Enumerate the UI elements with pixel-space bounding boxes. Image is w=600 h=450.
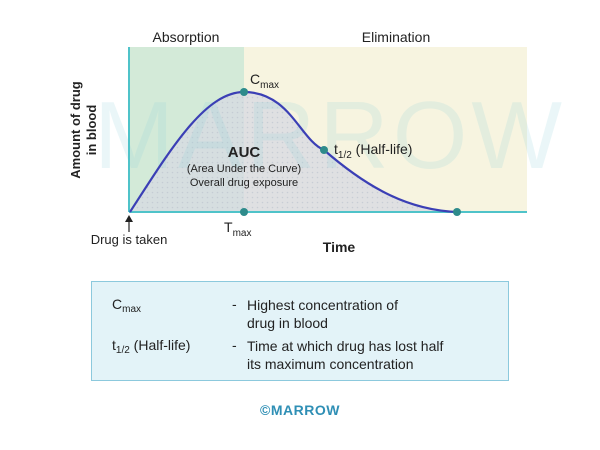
drug-taken-arrowhead-icon xyxy=(125,215,133,222)
drug-taken-label: Drug is taken xyxy=(91,232,168,247)
cmax-point xyxy=(240,88,248,96)
legend-dash-half-life: - xyxy=(232,337,237,353)
pharmacokinetic-diagram: MARROW Absorption Elimination Amount of … xyxy=(68,29,566,255)
elimination-label: Elimination xyxy=(362,29,430,45)
watermark-text: MARROW xyxy=(94,82,566,189)
x-axis-label: Time xyxy=(323,239,356,255)
legend-dash-cmax: - xyxy=(232,296,237,312)
legend-definition-half-life-line2: its maximum concentration xyxy=(247,356,414,372)
absorption-label: Absorption xyxy=(153,29,220,45)
y-axis-label-line1: Amount of drug xyxy=(68,81,83,179)
tmax-label: Tmax xyxy=(224,219,251,239)
legend-box: Cmax - Highest concentration of drug in … xyxy=(91,281,509,381)
legend-definition-cmax-line1: Highest concentration of xyxy=(247,297,398,313)
legend-definition-cmax-line2: drug in blood xyxy=(247,315,328,331)
legend-definition-half-life: Time at which drug has lost half its max… xyxy=(247,337,443,373)
half-life-point xyxy=(320,146,328,154)
legend-term-cmax: Cmax xyxy=(112,296,142,315)
auc-title: AUC xyxy=(228,144,261,161)
legend-term-half-life: t1/2 (Half-life) xyxy=(112,337,191,356)
copyright-text: ©MARROW xyxy=(260,402,340,418)
legend-definition-cmax: Highest concentration of drug in blood xyxy=(247,296,398,332)
auc-subtitle-line2: Overall drug exposure xyxy=(190,177,298,189)
tmax-point xyxy=(240,208,248,216)
legend-definition-half-life-line1: Time at which drug has lost half xyxy=(247,338,444,354)
y-axis-label-line2: in blood xyxy=(84,105,99,156)
auc-subtitle-line1: (Area Under the Curve) xyxy=(187,163,301,175)
elimination-end-point xyxy=(453,208,461,216)
